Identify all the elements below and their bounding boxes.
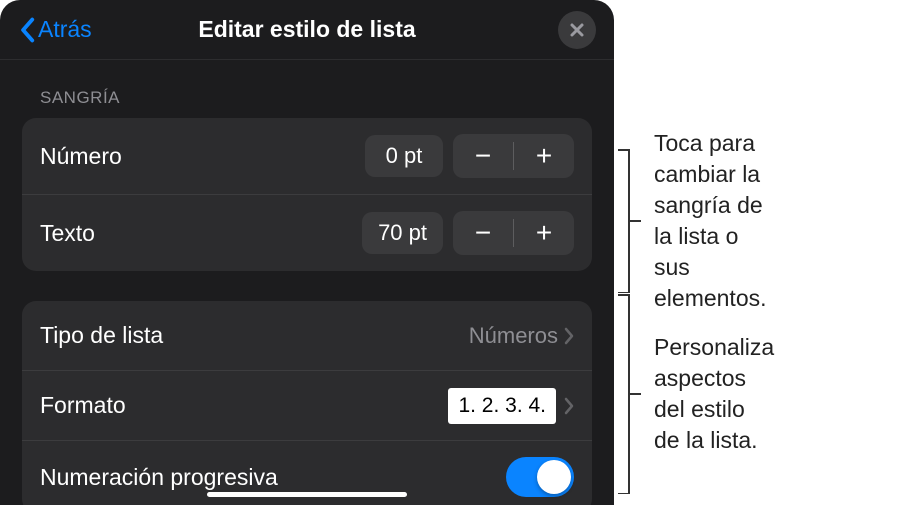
stepper-numero: − + [453, 134, 574, 178]
callout-text: Personaliza aspectos del estilo de la li… [654, 332, 774, 456]
close-button[interactable] [558, 11, 596, 49]
section-header-sangria: SANGRÍA [0, 60, 614, 118]
label-formato: Formato [40, 392, 448, 419]
callout-sangria: Toca para cambiar la sangría de la lista… [618, 128, 767, 314]
chevron-left-icon [18, 17, 36, 43]
close-icon [569, 22, 585, 38]
back-button[interactable]: Atrás [18, 16, 92, 43]
value-tipo-lista: Números [469, 323, 558, 349]
label-tipo-lista: Tipo de lista [40, 322, 469, 349]
back-label: Atrás [38, 16, 92, 43]
bracket-icon [618, 294, 640, 494]
row-numero: Número 0 pt − + [22, 118, 592, 195]
numero-increment-button[interactable]: + [514, 134, 574, 178]
format-preview: 1. 2. 3. 4. [448, 388, 556, 424]
chevron-right-icon [564, 397, 574, 415]
row-tipo-lista[interactable]: Tipo de lista Números [22, 301, 592, 371]
label-numero: Número [40, 143, 365, 170]
texto-increment-button[interactable]: + [514, 211, 574, 255]
value-numero: 0 pt [365, 135, 443, 177]
page-title: Editar estilo de lista [198, 16, 415, 43]
label-numeracion: Numeración progresiva [40, 464, 506, 491]
row-texto: Texto 70 pt − + [22, 195, 592, 271]
value-texto: 70 pt [362, 212, 443, 254]
lista-group: Tipo de lista Números Formato 1. 2. 3. 4… [22, 301, 592, 505]
chevron-right-icon [564, 327, 574, 345]
toggle-knob [537, 460, 571, 494]
stepper-texto: − + [453, 211, 574, 255]
callout-text: Toca para cambiar la sangría de la lista… [654, 128, 767, 314]
bracket-icon [618, 149, 640, 293]
callout-estilo: Personaliza aspectos del estilo de la li… [618, 294, 774, 494]
numeracion-toggle[interactable] [506, 457, 574, 497]
header: Atrás Editar estilo de lista [0, 0, 614, 60]
home-indicator [207, 492, 407, 497]
texto-decrement-button[interactable]: − [453, 211, 513, 255]
row-formato[interactable]: Formato 1. 2. 3. 4. [22, 371, 592, 441]
label-texto: Texto [40, 220, 362, 247]
numero-decrement-button[interactable]: − [453, 134, 513, 178]
sangria-group: Número 0 pt − + Texto 70 pt − + [22, 118, 592, 271]
edit-list-style-panel: Atrás Editar estilo de lista SANGRÍA Núm… [0, 0, 614, 505]
